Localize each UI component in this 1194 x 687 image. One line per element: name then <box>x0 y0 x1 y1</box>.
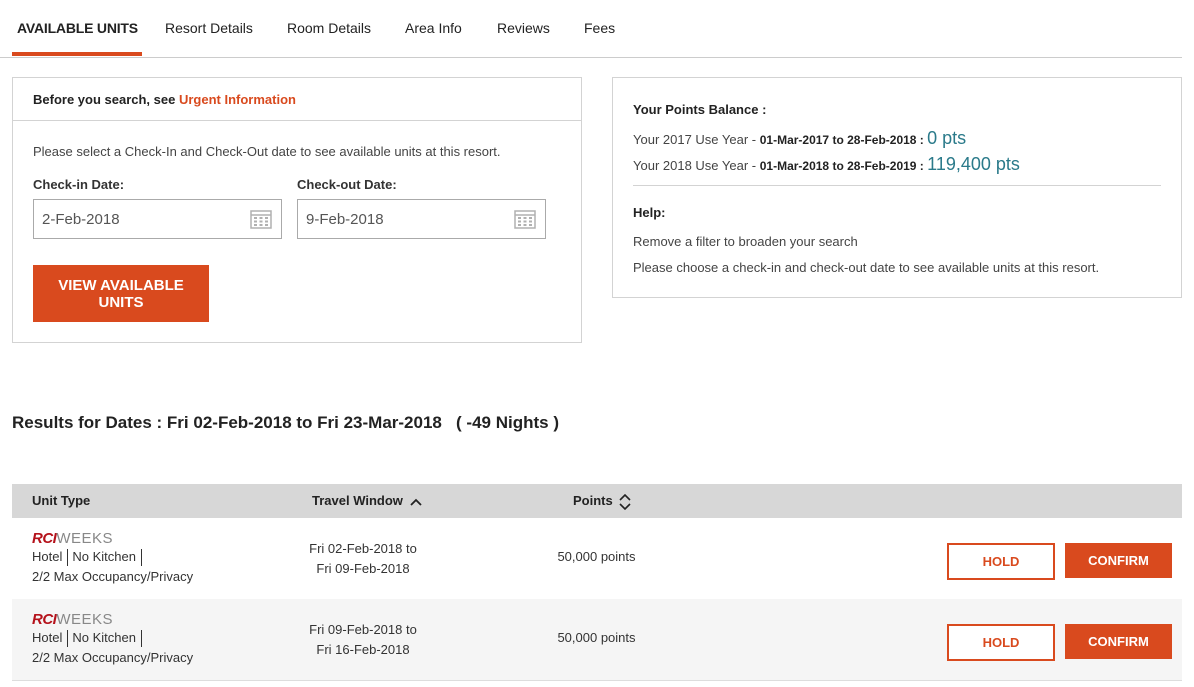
column-travel-window-label: Travel Window <box>312 493 403 508</box>
unit-occupancy: 2/2 Max Occupancy/Privacy <box>32 569 194 584</box>
tab-area-info[interactable]: Area Info <box>405 20 462 36</box>
divider <box>140 630 142 648</box>
checkout-label: Check-out Date: <box>297 177 397 192</box>
unit-points: 50,000 points <box>557 549 636 564</box>
confirm-button[interactable]: CONFIRM <box>1065 543 1172 578</box>
brand-weeks: WEEKS <box>56 611 114 628</box>
unit-kitchen: No Kitchen <box>72 549 136 564</box>
search-notice: Before you search, see Urgent Informatio… <box>13 78 581 121</box>
checkout-date-field[interactable]: 9-Feb-2018 <box>297 199 546 239</box>
tab-bar: AVAILABLE UNITS Resort Details Room Deta… <box>0 0 1182 58</box>
travel-window-start: Fri 02-Feb-2018 to <box>309 541 417 556</box>
rci-weeks-logo: RCIWEEKS <box>32 611 113 628</box>
search-panel: Before you search, see Urgent Informatio… <box>12 77 582 343</box>
use-year-label: Your 2018 Use Year - <box>633 158 760 173</box>
results-title: Results for Dates : Fri 02-Feb-2018 to F… <box>12 413 559 432</box>
active-tab-indicator <box>12 52 142 56</box>
travel-window: Fri 02-Feb-2018 to Fri 09-Feb-2018 <box>282 539 444 579</box>
calendar-icon[interactable] <box>250 209 272 234</box>
travel-window: Fri 09-Feb-2018 to Fri 16-Feb-2018 <box>282 620 444 660</box>
divider <box>140 549 142 567</box>
tab-fees[interactable]: Fees <box>584 20 615 36</box>
calendar-icon[interactable] <box>514 209 536 234</box>
unit-kind: Hotel <box>32 549 63 564</box>
urgent-information-link[interactable]: Urgent Information <box>179 92 296 107</box>
help-title: Help: <box>633 205 666 220</box>
hold-button[interactable]: HOLD <box>947 543 1055 580</box>
help-line: Remove a filter to broaden your search <box>633 234 858 249</box>
brand-rci: RCI <box>32 611 57 628</box>
divider <box>67 549 69 567</box>
confirm-button[interactable]: CONFIRM <box>1065 624 1172 659</box>
use-year-points: 0 pts <box>927 128 967 148</box>
use-year-points: 119,400 pts <box>927 154 1020 174</box>
tab-resort-details[interactable]: Resort Details <box>165 20 253 36</box>
hold-button[interactable]: HOLD <box>947 624 1055 661</box>
points-balance-title: Your Points Balance : <box>633 102 767 117</box>
checkin-label: Check-in Date: <box>33 177 125 192</box>
column-points[interactable]: Points <box>573 493 631 510</box>
unit-kitchen: No Kitchen <box>72 630 136 645</box>
checkin-date-field[interactable]: 2-Feb-2018 <box>33 199 282 239</box>
help-line: Please choose a check-in and check-out d… <box>633 260 1100 275</box>
table-row: RCIWEEKS Hotel No Kitchen 2/2 Max Occupan… <box>12 599 1182 681</box>
tab-room-details[interactable]: Room Details <box>287 20 371 36</box>
use-year-2018: Your 2018 Use Year - 01-Mar-2018 to 28-F… <box>633 154 1020 175</box>
search-notice-text: Before you search, see Urgent Informatio… <box>33 92 296 107</box>
brand-weeks: WEEKS <box>56 530 114 547</box>
unit-occupancy: 2/2 Max Occupancy/Privacy <box>32 650 194 665</box>
points-balance-panel: Your Points Balance : Your 2017 Use Year… <box>612 77 1182 298</box>
travel-window-start: Fri 09-Feb-2018 to <box>309 622 417 637</box>
brand-rci: RCI <box>32 530 57 547</box>
tab-reviews[interactable]: Reviews <box>497 20 550 36</box>
use-year-range: 01-Mar-2017 to 28-Feb-2018 : <box>759 133 928 147</box>
view-available-units-button[interactable]: VIEW AVAILABLE UNITS <box>33 265 209 322</box>
unit-kind: Hotel <box>32 630 63 645</box>
table-row: RCIWEEKS Hotel No Kitchen 2/2 Max Occupan… <box>12 518 1182 600</box>
checkin-date-value: 2-Feb-2018 <box>42 211 120 228</box>
checkout-date-value: 9-Feb-2018 <box>306 211 384 228</box>
sort-both-icon <box>619 493 631 510</box>
results-table-header: Unit Type Travel Window Points <box>12 484 1182 518</box>
column-points-label: Points <box>573 493 613 508</box>
use-year-range: 01-Mar-2018 to 28-Feb-2019 : <box>759 159 928 173</box>
unit-attributes: Hotel No Kitchen <box>32 630 146 648</box>
unit-attributes: Hotel No Kitchen <box>32 549 146 567</box>
tab-available-units[interactable]: AVAILABLE UNITS <box>17 20 138 36</box>
sort-up-icon <box>409 498 422 506</box>
use-year-label: Your 2017 Use Year - <box>633 132 760 147</box>
notice-prefix: Before you search, see <box>33 92 179 107</box>
travel-window-end: Fri 16-Feb-2018 <box>316 642 410 657</box>
travel-window-end: Fri 09-Feb-2018 <box>316 561 410 576</box>
divider <box>67 630 69 648</box>
column-travel-window[interactable]: Travel Window <box>312 493 422 508</box>
use-year-2017: Your 2017 Use Year - 01-Mar-2017 to 28-F… <box>633 128 966 149</box>
column-unit-type: Unit Type <box>32 493 91 508</box>
divider <box>633 185 1161 186</box>
unit-points: 50,000 points <box>557 630 636 645</box>
rci-weeks-logo: RCIWEEKS <box>32 530 113 547</box>
search-instruction: Please select a Check-In and Check-Out d… <box>33 144 501 159</box>
